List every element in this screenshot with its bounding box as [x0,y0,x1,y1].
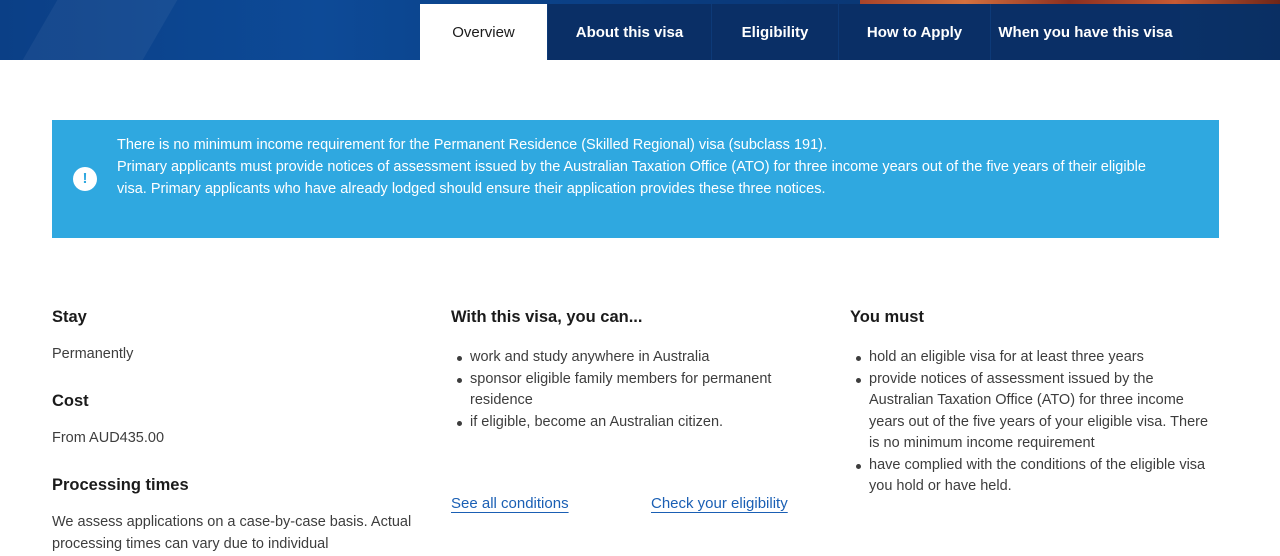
alert-message: There is no minimum income requirement f… [117,134,1177,200]
list-item: have complied with the conditions of the… [850,455,1220,498]
action-links: See all conditions Check your eligibilit… [451,495,851,519]
processing-times-heading: Processing times [52,476,189,494]
cost-heading: Cost [52,392,89,410]
stay-value: Permanently [52,346,134,362]
alert-line-1: There is no minimum income requirement f… [117,137,828,153]
you-must-column: You must hold an eligible visa for at le… [850,306,1220,498]
tab-when-you-have-this-visa[interactable]: When you have this visa [990,4,1180,60]
tab-overview[interactable]: Overview [420,4,547,60]
income-requirement-alert: ! There is no minimum income requirement… [52,120,1219,238]
tab-eligibility[interactable]: Eligibility [711,4,838,60]
list-item: sponsor eligible family members for perm… [451,369,821,412]
with-this-visa-column: With this visa, you can... work and stud… [451,306,821,433]
tab-how-to-apply[interactable]: How to Apply [838,4,990,60]
visa-summary-column: Stay Permanently Cost From AUD435.00 Pro… [52,306,427,555]
banner-decoration [0,0,201,60]
processing-times-block: Processing times We assess applications … [52,474,427,555]
exclamation-icon: ! [73,167,97,191]
visa-tabs: Overview About this visa Eligibility How… [420,4,1180,60]
with-this-visa-heading: With this visa, you can... [451,308,643,326]
list-item: work and study anywhere in Australia [451,347,821,369]
list-item: if eligible, become an Australian citize… [451,412,821,434]
cost-value: From AUD435.00 [52,430,165,446]
tab-about-this-visa[interactable]: About this visa [547,4,711,60]
check-eligibility-link[interactable]: Check your eligibility [651,495,788,512]
cost-block: Cost From AUD435.00 [52,390,427,449]
alert-line-2: Primary applicants must provide notices … [117,159,1146,197]
list-item: hold an eligible visa for at least three… [850,347,1220,369]
page-header-banner: Overview About this visa Eligibility How… [0,0,1280,60]
stay-heading: Stay [52,308,87,326]
stay-block: Stay Permanently [52,306,427,365]
processing-times-value: We assess applications on a case-by-case… [52,514,412,552]
list-item: provide notices of assessment issued by … [850,369,1220,455]
see-all-conditions-link[interactable]: See all conditions [451,495,569,512]
requirements-list: hold an eligible visa for at least three… [850,347,1220,498]
benefits-list: work and study anywhere in Australia spo… [451,347,821,433]
you-must-heading: You must [850,308,924,326]
